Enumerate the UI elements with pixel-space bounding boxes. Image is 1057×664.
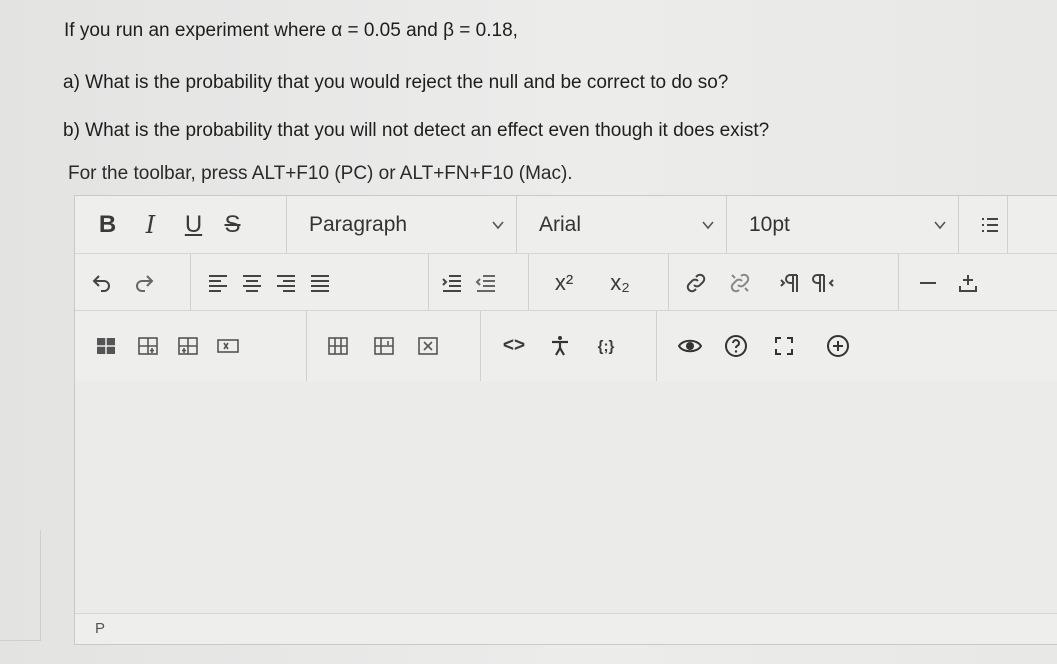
history-group (75, 254, 191, 311)
align-center-icon[interactable] (235, 263, 269, 303)
link-icon[interactable] (679, 263, 713, 303)
embed-button[interactable]: {;} (583, 326, 629, 366)
ltr-paragraph-icon[interactable] (773, 263, 807, 303)
redo-icon[interactable] (127, 263, 161, 303)
text-format-group: B I U S (75, 196, 287, 253)
table-cell-icon[interactable] (171, 326, 205, 366)
subscript-button[interactable]: x₂ (595, 263, 645, 303)
toolbar-row-3: <> {;} (75, 310, 1057, 382)
toolbar-row-2: x² x₂ (75, 253, 1057, 311)
superscript-button[interactable]: x² (539, 263, 589, 303)
bold-button[interactable]: B (93, 205, 122, 245)
table-delete-icon[interactable] (211, 326, 245, 366)
element-path[interactable]: P (95, 620, 105, 637)
font-family-select[interactable]: Arial (517, 196, 727, 253)
indent-icon[interactable] (435, 263, 469, 303)
table-row-group (307, 311, 481, 381)
insert-row-after-icon[interactable] (367, 326, 401, 366)
add-content-icon[interactable] (821, 326, 855, 366)
paragraph-select-value: Paragraph (309, 212, 408, 236)
font-size-value: 10pt (749, 212, 790, 236)
align-left-icon[interactable] (201, 263, 235, 303)
table-insert-icon[interactable] (131, 326, 165, 366)
unlink-icon[interactable] (723, 263, 757, 303)
italic-button[interactable]: I (136, 205, 165, 245)
tools-group (657, 311, 897, 381)
question-line1: If you run an experiment where α = 0.05 … (64, 20, 518, 41)
preview-eye-icon[interactable] (673, 326, 707, 366)
rich-text-editor: B I U S Paragraph Arial 10pt x² x₂ <> {;… (74, 195, 1057, 645)
align-justify-icon[interactable] (303, 263, 337, 303)
list-group (959, 196, 1008, 253)
paragraph-select[interactable]: Paragraph (287, 196, 517, 253)
table-icon[interactable] (89, 326, 123, 366)
insert-row-icon[interactable] (951, 263, 985, 303)
table-group (75, 311, 307, 381)
accessibility-icon[interactable] (543, 326, 577, 366)
script-group: x² x₂ (529, 254, 669, 311)
link-group (669, 254, 899, 311)
hr-group (899, 254, 1039, 311)
indent-group (429, 254, 529, 311)
delete-row-icon[interactable] (411, 326, 445, 366)
chevron-down-icon (702, 220, 714, 229)
chevron-down-icon (492, 220, 504, 229)
align-right-icon[interactable] (269, 263, 303, 303)
bullet-list-icon[interactable] (973, 205, 1007, 245)
font-family-value: Arial (539, 212, 582, 236)
editor-status-bar: P (75, 613, 1057, 644)
toolbar-hint: For the toolbar, press ALT+F10 (PC) or A… (68, 163, 573, 184)
editor-content-area[interactable] (75, 381, 1057, 614)
insert-group: <> {;} (481, 311, 657, 381)
rtl-paragraph-icon[interactable] (807, 263, 841, 303)
chevron-down-icon (934, 220, 946, 229)
question-part-a: a) What is the probability that you woul… (63, 72, 729, 93)
outdent-icon[interactable] (469, 263, 503, 303)
horizontal-rule-icon[interactable] (911, 263, 945, 303)
align-group (191, 254, 429, 311)
underline-button[interactable]: U (179, 205, 208, 245)
code-button[interactable]: <> (495, 326, 533, 366)
fullscreen-icon[interactable] (767, 326, 801, 366)
question-part-b: b) What is the probability that you will… (63, 120, 770, 141)
undo-icon[interactable] (85, 263, 119, 303)
toolbar-row-1: B I U S Paragraph Arial 10pt (75, 196, 1057, 253)
strikethrough-button[interactable]: S (218, 205, 247, 245)
font-size-select[interactable]: 10pt (727, 196, 959, 253)
insert-row-before-icon[interactable] (321, 326, 355, 366)
left-border-line (0, 530, 41, 641)
help-icon[interactable] (719, 326, 753, 366)
